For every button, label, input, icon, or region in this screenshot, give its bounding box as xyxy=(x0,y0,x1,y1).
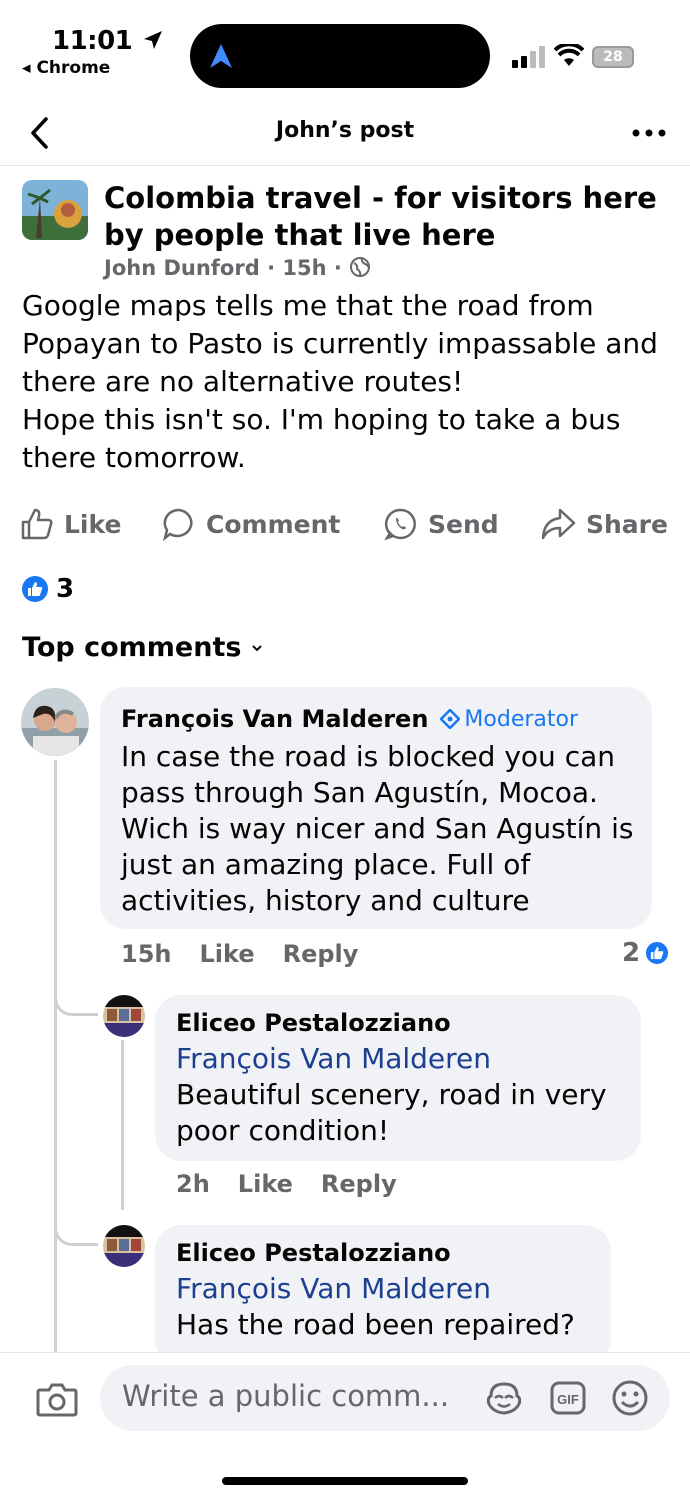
comment-bubble-icon xyxy=(162,508,193,541)
back-to-app-link[interactable]: ◂ Chrome xyxy=(22,58,110,78)
thread-line xyxy=(54,760,57,1352)
separator-dot: · xyxy=(267,256,276,280)
post-author-link[interactable]: John Dunford xyxy=(104,256,260,280)
reaction-summary[interactable]: 3 xyxy=(22,574,74,604)
comment-input-placeholder: Write a public comm... xyxy=(122,1379,450,1413)
home-indicator xyxy=(222,1477,468,1485)
more-options-icon[interactable] xyxy=(632,128,666,138)
globe-icon xyxy=(350,257,371,277)
reply-mention-link[interactable]: François Van Malderen xyxy=(176,1271,491,1307)
emoji-icon[interactable] xyxy=(611,1379,649,1417)
wifi-icon xyxy=(554,44,584,66)
reply-author-link[interactable]: Eliceo Pestalozziano xyxy=(176,1009,451,1037)
cellular-signal-icon xyxy=(512,46,545,68)
comment-composer: Write a public comm... GIF xyxy=(0,1352,690,1500)
moderator-label: Moderator xyxy=(464,706,579,732)
share-label: Share xyxy=(586,509,668,539)
navigation-arrow-icon xyxy=(210,44,232,68)
reply-author-link[interactable]: Eliceo Pestalozziano xyxy=(176,1239,451,1267)
reply-author-avatar[interactable] xyxy=(103,1225,145,1267)
comment-reply-button[interactable]: Reply xyxy=(283,940,359,968)
comment-button[interactable]: Comment xyxy=(162,504,340,544)
status-time: 11:01 xyxy=(52,26,165,56)
moderator-diamond-icon xyxy=(440,709,461,729)
chevron-down-icon xyxy=(252,644,263,651)
status-bar: 11:01 ◂ Chrome 28 xyxy=(0,0,690,100)
reply-actions: 2h Like Reply xyxy=(176,1170,397,1198)
whatsapp-icon xyxy=(384,508,416,541)
reply-mention-link[interactable]: François Van Malderen xyxy=(176,1041,491,1077)
thread-line xyxy=(121,1040,124,1210)
thumbs-up-icon xyxy=(21,508,53,540)
avatar-sticker-icon[interactable] xyxy=(485,1380,523,1416)
send-label: Send xyxy=(428,509,499,539)
group-avatar[interactable] xyxy=(22,180,88,240)
group-name-link[interactable]: Colombia travel - for visitors here by p… xyxy=(104,180,674,254)
thread-connector xyxy=(54,1220,98,1246)
like-label: Like xyxy=(64,509,122,539)
comment-actions: 15h Like Reply xyxy=(121,940,358,968)
comment-reaction-count: 2 xyxy=(622,938,641,968)
gif-icon[interactable]: GIF xyxy=(549,1380,587,1416)
reply-like-button[interactable]: Like xyxy=(238,1170,293,1198)
comment-label: Comment xyxy=(206,509,341,539)
reply-bubble: Eliceo Pestalozziano François Van Malder… xyxy=(155,1225,611,1365)
like-reaction-icon xyxy=(644,940,671,966)
location-arrow-icon xyxy=(143,31,162,49)
page-title: John’s post xyxy=(275,118,415,143)
dynamic-island xyxy=(190,24,490,88)
reply-bubble: Eliceo Pestalozziano François Van Malder… xyxy=(155,995,641,1161)
reply-age: 2h xyxy=(176,1170,210,1198)
camera-icon[interactable] xyxy=(36,1381,78,1417)
like-reaction-icon xyxy=(22,576,48,602)
separator-dot: · xyxy=(333,256,342,280)
svg-text:GIF: GIF xyxy=(557,1392,579,1407)
post-meta: John Dunford · 15h · xyxy=(104,256,371,280)
reply-text: Has the road been repaired? xyxy=(176,1308,575,1341)
comment-author-link[interactable]: François Van Malderen xyxy=(121,705,428,733)
comment-text: In case the road is blocked you can pass… xyxy=(121,740,634,917)
post-age: 15h xyxy=(282,256,327,280)
reaction-count: 3 xyxy=(56,574,75,604)
thread-connector xyxy=(54,990,98,1016)
post-body: Google maps tells me that the road from … xyxy=(22,287,672,477)
post-body-line: Google maps tells me that the road from … xyxy=(22,289,667,398)
reply-text: Beautiful scenery, road in very poor con… xyxy=(176,1078,607,1147)
reply-author-avatar[interactable] xyxy=(103,995,145,1037)
comment-bubble: François Van Malderen Moderator In case … xyxy=(100,687,652,929)
send-button[interactable]: Send xyxy=(384,504,499,544)
like-button[interactable]: Like xyxy=(20,504,121,544)
moderator-badge: Moderator xyxy=(440,707,578,732)
comment-input[interactable]: Write a public comm... GIF xyxy=(100,1365,670,1431)
post-body-line: Hope this isn't so. I'm hoping to take a… xyxy=(22,403,630,474)
battery-indicator: 28 xyxy=(592,46,634,68)
reply-reply-button[interactable]: Reply xyxy=(321,1170,397,1198)
comment-sort-label: Top comments xyxy=(22,632,242,663)
commenter-avatar[interactable] xyxy=(21,688,89,756)
comment-age: 15h xyxy=(121,940,172,968)
post-header: John’s post xyxy=(0,100,690,166)
comment-sort-dropdown[interactable]: Top comments xyxy=(22,632,263,663)
comment-reaction-summary[interactable]: 2 xyxy=(622,938,671,968)
share-button[interactable]: Share xyxy=(540,504,668,544)
share-arrow-icon xyxy=(541,508,576,540)
comment-like-button[interactable]: Like xyxy=(199,940,254,968)
